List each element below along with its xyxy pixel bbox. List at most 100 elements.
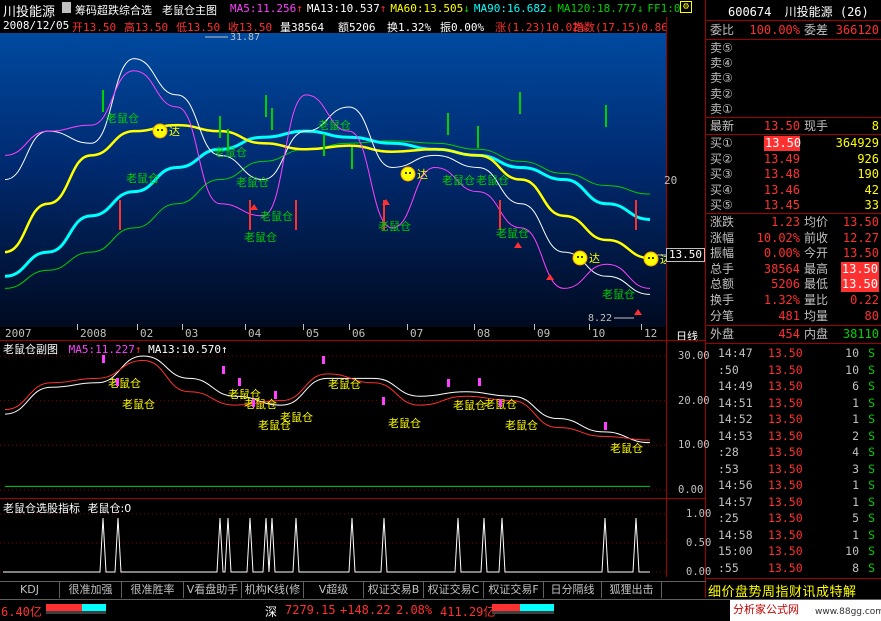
tick-row: 14:52 13.50 1 S: [708, 412, 881, 427]
buy-price: 13.49: [763, 151, 800, 166]
stat-value: 1.23: [771, 215, 800, 229]
select-spikes: [3, 517, 650, 573]
buy-price: 13.48: [763, 167, 800, 181]
x-tick-label: 10: [592, 327, 606, 340]
indicator-tab[interactable]: 很准胜率: [122, 582, 184, 598]
x-tick-label: 08: [477, 327, 491, 340]
tick-price: 13.50: [768, 412, 803, 426]
price-tag: 13.50: [666, 248, 705, 262]
status-bar2-down: [520, 604, 554, 611]
signal-label: 老鼠仓: [260, 209, 293, 223]
sub-ma5-line: [4, 359, 651, 441]
signal-label: 老鼠仓: [476, 173, 509, 187]
stat-row: 振幅 0.00% 今开 13.50: [708, 246, 881, 261]
buy-label: 买①: [710, 136, 733, 150]
sell-label: 卖④: [710, 56, 733, 71]
sell-label: 卖②: [710, 86, 733, 101]
smile-label: 达: [169, 125, 180, 138]
sub-y-tick: 10.00: [678, 439, 710, 452]
select-y-axis: 1.00 0.50 0.00: [666, 498, 711, 582]
right-tabs[interactable]: 细价盘势周指财讯成特解: [708, 581, 857, 600]
tick-price: 13.50: [768, 362, 803, 377]
tick-volume: 1: [852, 494, 859, 509]
stat-label: 振幅: [710, 246, 735, 261]
buy-label: 买③: [710, 167, 733, 181]
smile-eye: [581, 256, 583, 258]
tick-volume: 3: [852, 461, 859, 476]
smile-marker: [572, 250, 588, 266]
buy-price: 13.50: [764, 136, 802, 151]
sell-row: 卖⑤: [708, 41, 881, 56]
indicator-tab[interactable]: 权证交易F: [484, 582, 544, 598]
stat-row: 总手 38564 最高 13.50: [708, 261, 881, 277]
sub-signal-label: 老鼠仓: [505, 418, 538, 432]
x-tick: [474, 324, 475, 330]
signal-label: 老鼠仓: [214, 145, 247, 159]
signal-label: 老鼠仓: [318, 118, 351, 132]
sell-row: 卖③: [708, 71, 881, 86]
stat-row: 涨跌 1.23 均价 13.50: [708, 215, 881, 230]
smile-label: 达: [589, 252, 600, 265]
weibi-value: 100.00%: [749, 23, 800, 37]
indicator-tab[interactable]: V超级MACD: [304, 582, 364, 612]
tick-price: 13.50: [768, 478, 803, 492]
sub-signal-bar: [604, 422, 607, 430]
stat-row: 总额 5206 最低 13.50: [708, 277, 881, 293]
stat-value2: 13.50: [840, 277, 879, 293]
indicator-tab[interactable]: KDJ: [0, 582, 60, 598]
stat-value2: 12.27: [842, 230, 879, 245]
indicator-tab[interactable]: 权证交易C: [424, 582, 484, 598]
x-tick-label: 05: [306, 327, 320, 340]
tick-price: 13.50: [768, 544, 803, 558]
settings-icon[interactable]: ⚙: [680, 1, 692, 13]
tick-time: 14:56: [718, 478, 753, 492]
tick-price: 13.50: [768, 445, 803, 459]
tick-row: 14:53 13.50 2 S: [708, 429, 881, 444]
status-market: 深: [265, 605, 278, 619]
tick-time: 14:53: [718, 428, 753, 443]
sub-y-tick: 30.00: [678, 350, 710, 362]
stat-label: 分笔: [710, 308, 735, 323]
watermark-url: www.88gg.com: [815, 607, 881, 617]
sub-y-tick: 0.00: [678, 484, 704, 496]
tick-row: 14:56 13.50 1 S: [708, 478, 881, 493]
stat-value: 38564: [763, 261, 800, 276]
indicator-tab[interactable]: V看盘助手: [184, 582, 242, 598]
smile-eye: [405, 172, 407, 174]
up-arrow-marker: [514, 242, 522, 248]
tick-row: :55 13.50 8 S: [708, 561, 881, 576]
sub-y-axis: 30.00 20.00 10.00 0.00: [666, 340, 710, 500]
stock-analysis-window: { "stock_name": "川投能源", "indicator_menu"…: [0, 0, 881, 621]
sub-signal-bar: [499, 399, 502, 407]
tick-row: 14:49 13.50 6 S: [708, 379, 881, 394]
stock-name-right: 川投能源: [784, 5, 833, 19]
tick-volume: 4: [852, 445, 859, 459]
sub-signal-bar: [252, 399, 255, 407]
indicator-tab[interactable]: 权证交易B: [364, 582, 424, 598]
tick-price: 13.50: [768, 511, 803, 525]
indicator-tab[interactable]: 很准加强: [60, 582, 122, 598]
indicator-tab[interactable]: 日分隔线: [544, 582, 602, 598]
tick-volume: 2: [852, 428, 859, 443]
stat-label: 总额: [710, 277, 735, 292]
stat-value2: 0.22: [850, 293, 879, 307]
tick-row: :28 13.50 4 S: [708, 445, 881, 460]
waipan-value: 454: [778, 327, 800, 341]
sub-signal-label: 老鼠仓: [610, 441, 643, 455]
sub-signal-bar: [382, 397, 385, 405]
status-turnover: 411.29亿: [440, 605, 496, 619]
sub-signal-label: 老鼠仓: [453, 398, 486, 412]
signal-label: 老鼠仓: [126, 171, 159, 185]
xianshou-value: 8: [871, 119, 879, 133]
indicator-tab[interactable]: 机构K线(修: [242, 582, 304, 598]
buy-label: 买②: [710, 151, 733, 166]
smile-eye: [648, 257, 650, 259]
indicator-tab[interactable]: 狐狸出击: [602, 582, 662, 598]
sub-signal-label: 老鼠仓: [388, 416, 421, 430]
series-line-ma60: [4, 123, 651, 260]
status-bar-down: [82, 604, 106, 611]
main-y-tick: 20: [664, 174, 677, 187]
x-tick-label: 2007: [5, 327, 32, 340]
x-tick-label: 2008: [80, 327, 107, 340]
tick-time: 14:52: [718, 412, 753, 426]
